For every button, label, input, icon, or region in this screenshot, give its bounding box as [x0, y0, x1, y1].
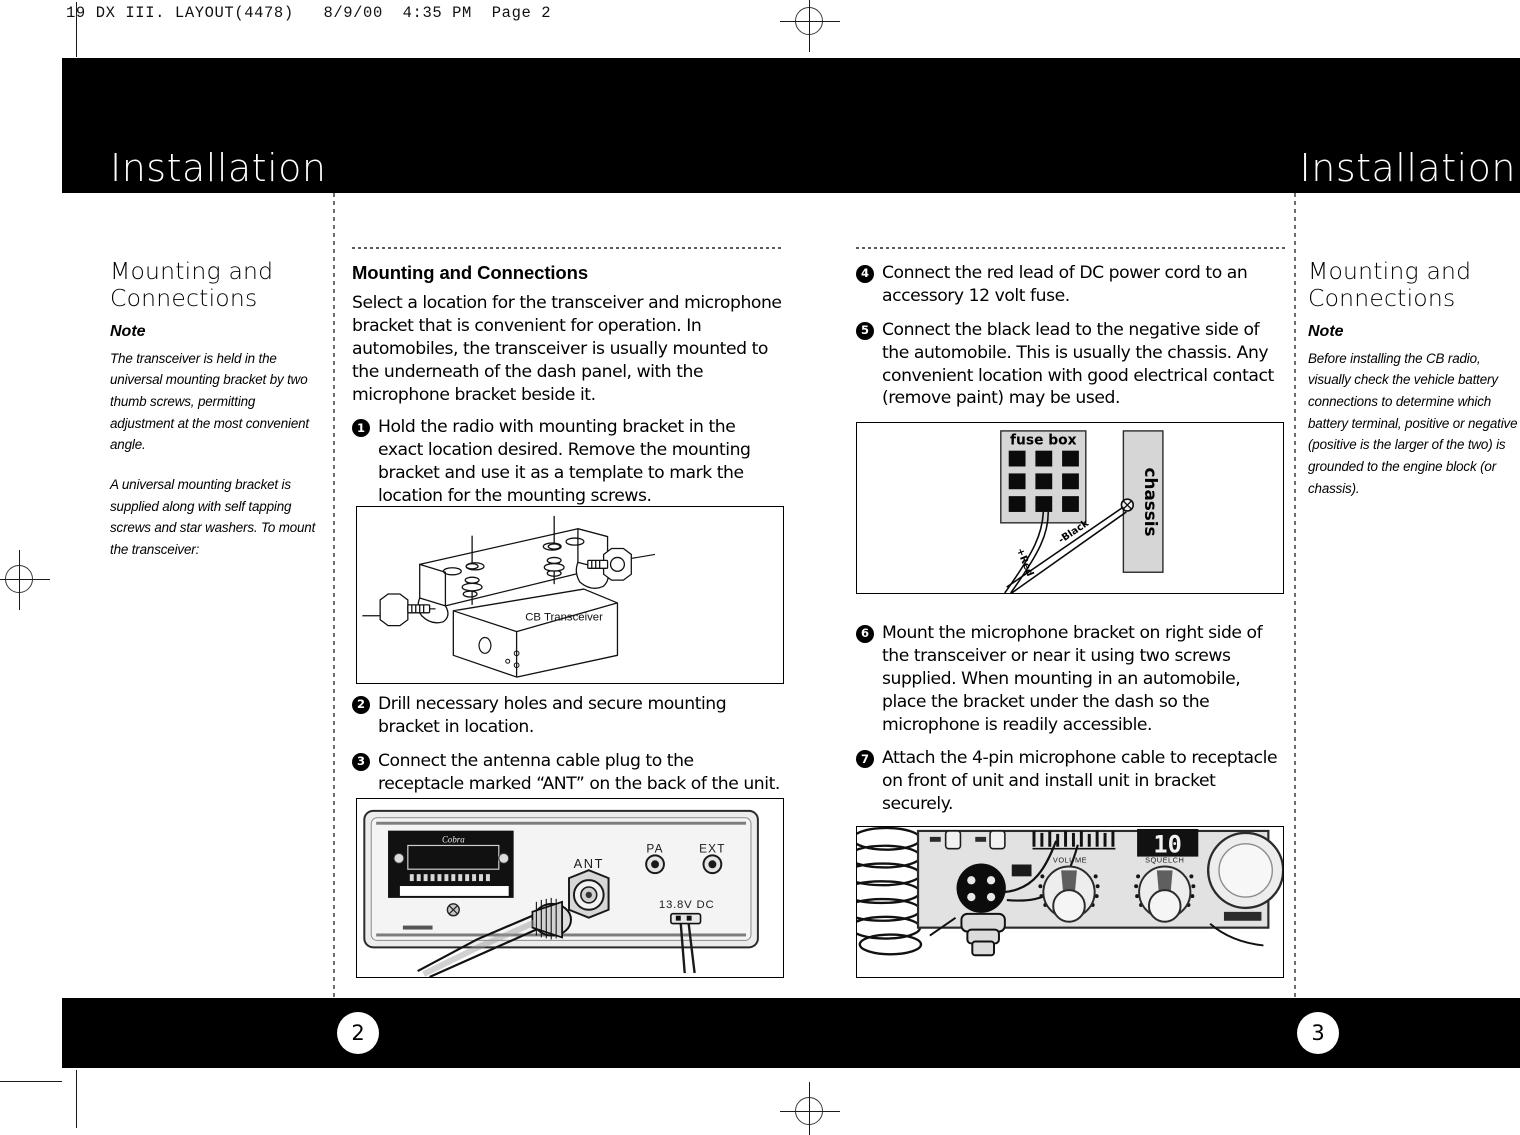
registration-mark-bottom: [780, 1082, 840, 1135]
knob-label-volume: VOLUME: [1053, 856, 1087, 865]
footer-band: 2 3: [62, 998, 1520, 1068]
figure-caption-cb-transceiver: CB Transceiver: [525, 612, 603, 624]
step-item: 2 Drill necessary holes and secure mount…: [352, 693, 784, 739]
step-number-badge: 3: [352, 752, 370, 771]
body-column-left-steps-cont: 2 Drill necessary holes and secure mount…: [352, 693, 784, 807]
step-text: Drill necessary holes and secure mountin…: [378, 694, 727, 737]
page-number-left: 2: [337, 1012, 379, 1054]
label-ant: ANT: [574, 856, 604, 871]
fuse-box-illustration: fuse box chassis +Red -Black: [858, 423, 1282, 593]
step-text: Hold the radio with mounting bracket in …: [378, 417, 751, 506]
step-number-badge: 5: [856, 321, 874, 340]
sidebar-left: Mounting and Connections Note The transc…: [110, 257, 322, 561]
label-pa: PA: [646, 841, 663, 855]
sidebar-right-note-paragraph-1: Before installing the CB radio, visually…: [1308, 350, 1518, 496]
sidebar-left-note-label: Note: [110, 322, 146, 340]
body-column-right-steps-cont: 6 Mount the microphone bracket on right …: [856, 622, 1288, 827]
body-column-left: Mounting and Connections Select a locati…: [352, 262, 784, 519]
step-item: 4 Connect the red lead of DC power cord …: [856, 262, 1288, 308]
sidebar-left-note-paragraph-1: The transceiver is held in the universal…: [110, 350, 310, 453]
step-number-badge: 2: [352, 696, 370, 714]
manual-page-spread: 19 DX III. LAYOUT(4478) 8/9/00 4:35 PM P…: [0, 0, 1520, 1135]
figure-fuse-box-wiring: fuse box chassis +Red -Black: [856, 422, 1284, 594]
registration-mark-top: [780, 0, 840, 52]
sidebar-left-heading: Mounting and Connections: [110, 257, 274, 313]
registration-vline: [809, 0, 810, 52]
body-left-heading: Mounting and Connections: [352, 262, 589, 283]
registration-vline: [19, 550, 20, 610]
step-number-badge: 7: [856, 750, 874, 769]
label-ext: EXT: [699, 841, 726, 855]
page-number-right: 3: [1297, 1012, 1339, 1054]
registration-mark-left: [0, 550, 50, 610]
trim-line-bottom-left: [76, 1070, 77, 1128]
registration-hline: [780, 1111, 840, 1112]
step-text: Mount the microphone bracket on right si…: [882, 623, 1263, 735]
step-item: 5 Connect the black lead to the negative…: [856, 319, 1288, 411]
page-title-right: Installation: [1299, 146, 1516, 190]
figure-rear-panel: Cobra ANT PA EXT 13.8V DC: [356, 798, 784, 978]
step-number-badge: 1: [352, 419, 370, 438]
step-item: 3 Connect the antenna cable plug to the …: [352, 750, 784, 796]
rear-panel-illustration: Cobra ANT PA EXT 13.8V DC: [358, 799, 782, 977]
mounting-bracket-illustration: CB Transceiver: [362, 515, 656, 678]
step-item: 7 Attach the 4-pin microphone cable to r…: [856, 747, 1288, 816]
column-rule-right: [1294, 193, 1296, 998]
step-text: Connect the red lead of DC power cord to…: [882, 263, 1248, 306]
sidebar-left-note-paragraph-2: A universal mounting bracket is supplied…: [110, 477, 316, 558]
step-number-badge: 4: [856, 265, 874, 283]
scan-slug-line: 19 DX III. LAYOUT(4478) 8/9/00 4:35 PM P…: [66, 4, 552, 22]
sidebar-right-heading: Mounting and Connections: [1308, 257, 1472, 313]
brand-logo-cobra: Cobra: [442, 835, 465, 845]
step-number-badge: 6: [856, 625, 874, 643]
registration-hline: [780, 21, 840, 22]
registration-hline: [0, 579, 50, 580]
column-top-rule-left: [352, 247, 784, 249]
registration-vline: [809, 1082, 810, 1135]
channel-display-value: 10: [1153, 831, 1182, 859]
step-item: 1 Hold the radio with mounting bracket i…: [352, 416, 784, 508]
label-fuse-box: fuse box: [1010, 433, 1077, 449]
trim-line-bottom-edge: [0, 1081, 62, 1082]
column-rule-left: [333, 193, 335, 998]
label-dc-input: 13.8V DC: [659, 899, 715, 911]
sidebar-right-note-label: Note: [1308, 322, 1344, 340]
step-text: Attach the 4-pin microphone cable to rec…: [882, 748, 1278, 815]
page-title-left: Installation: [110, 146, 327, 190]
step-text: Connect the black lead to the negative s…: [882, 319, 1274, 409]
body-left-intro: Select a location for the transceiver an…: [352, 293, 782, 405]
knob-label-squelch: SQUELCH: [1145, 856, 1184, 865]
column-top-rule-right: [856, 247, 1288, 249]
step-item: 6 Mount the microphone bracket on right …: [856, 622, 1288, 736]
figure-front-panel-mic: 10 VOLUME SQUELCH: [856, 826, 1284, 978]
sidebar-right: Mounting and Connections Note Before ins…: [1308, 257, 1520, 499]
figure-mounting-bracket: CB Transceiver: [356, 506, 784, 684]
front-panel-illustration: 10 VOLUME SQUELCH: [857, 827, 1283, 977]
header-band: Installation Installation: [62, 58, 1520, 193]
step-text: Connect the antenna cable plug to the re…: [378, 750, 780, 794]
body-column-right: 4 Connect the red lead of DC power cord …: [856, 262, 1288, 421]
label-chassis: chassis: [1141, 468, 1161, 537]
